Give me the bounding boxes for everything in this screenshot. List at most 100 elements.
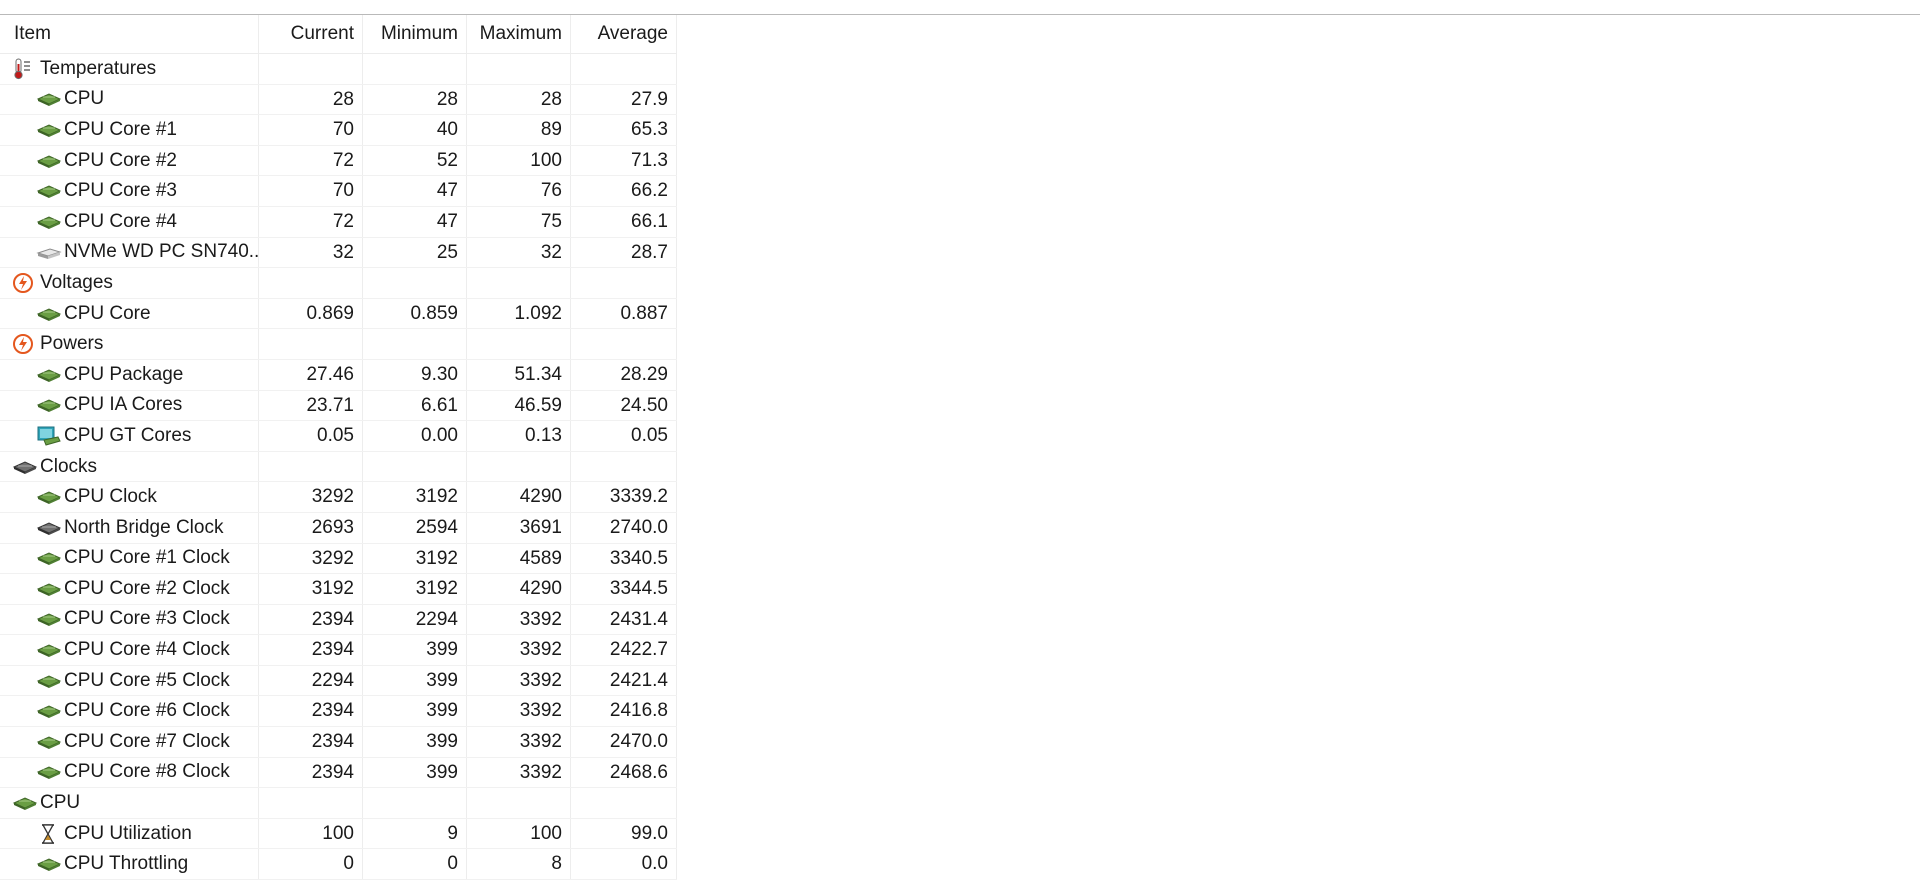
maximum-value: 4589 bbox=[467, 543, 571, 574]
current-value: 32 bbox=[259, 237, 363, 268]
sensor-row-cpu-core-8-clock[interactable]: CPU Core #8 Clock 2394 399 3392 2468.6 bbox=[0, 757, 677, 789]
sensor-row-cpu-core-6-clock[interactable]: CPU Core #6 Clock 2394 399 3392 2416.8 bbox=[0, 696, 677, 728]
minimum-value: 47 bbox=[363, 206, 467, 237]
sensor-row-cpu-core-1-clock[interactable]: CPU Core #1 Clock 3292 3192 4589 3340.5 bbox=[0, 543, 677, 575]
item-label: CPU Core bbox=[64, 302, 151, 324]
chip-icon bbox=[36, 761, 62, 783]
sensor-row-cpu-core-4[interactable]: CPU Core #4 72 47 75 66.1 bbox=[0, 206, 677, 238]
maximum-value: 3392 bbox=[467, 727, 571, 757]
category-row-cpu[interactable]: CPU bbox=[0, 788, 677, 819]
item-label: CPU Utilization bbox=[64, 822, 192, 844]
current-value: 28 bbox=[259, 84, 363, 115]
category-row-powers[interactable]: Powers bbox=[0, 329, 677, 360]
chip-icon bbox=[36, 394, 62, 416]
item-cell: CPU Core #6 Clock bbox=[0, 696, 259, 727]
average-value: 3344.5 bbox=[571, 574, 677, 604]
minimum-value: 0.00 bbox=[363, 421, 467, 451]
minimum-value: 399 bbox=[363, 696, 467, 727]
minimum-value: 9.30 bbox=[363, 359, 467, 390]
average-value: 71.3 bbox=[571, 145, 677, 176]
item-label: CPU Core #3 bbox=[64, 180, 177, 202]
sensor-row-cpu[interactable]: CPU 28 28 28 27.9 bbox=[0, 84, 677, 116]
item-cell: Clocks bbox=[0, 451, 259, 482]
chip-icon bbox=[36, 211, 62, 233]
column-header-item[interactable]: Item bbox=[0, 15, 259, 53]
sensor-row-cpu-package[interactable]: CPU Package 27.46 9.30 51.34 28.29 bbox=[0, 359, 677, 391]
minimum-value: 0.859 bbox=[363, 298, 467, 329]
column-header-maximum[interactable]: Maximum bbox=[467, 15, 571, 53]
gpu-icon bbox=[36, 425, 62, 447]
item-cell: CPU Core #4 bbox=[0, 206, 259, 237]
column-header-average[interactable]: Average bbox=[571, 15, 677, 53]
sensor-row-cpu-core[interactable]: CPU Core 0.869 0.859 1.092 0.887 bbox=[0, 298, 677, 330]
item-label: CPU GT Cores bbox=[64, 424, 192, 446]
current-value bbox=[259, 54, 363, 84]
minimum-value: 9 bbox=[363, 818, 467, 849]
current-value bbox=[259, 451, 363, 482]
sensor-row-cpu-core-3-clock[interactable]: CPU Core #3 Clock 2394 2294 3392 2431.4 bbox=[0, 604, 677, 636]
minimum-value bbox=[363, 54, 467, 84]
column-header-current[interactable]: Current bbox=[259, 15, 363, 53]
item-label: Voltages bbox=[40, 271, 113, 293]
item-cell: CPU Clock bbox=[0, 482, 259, 512]
maximum-value: 89 bbox=[467, 115, 571, 145]
average-value: 28.7 bbox=[571, 237, 677, 268]
sensor-row-cpu-core-1[interactable]: CPU Core #1 70 40 89 65.3 bbox=[0, 115, 677, 146]
category-row-temperatures[interactable]: Temperatures bbox=[0, 54, 677, 85]
maximum-value: 100 bbox=[467, 818, 571, 849]
minimum-value: 399 bbox=[363, 757, 467, 788]
current-value: 2394 bbox=[259, 757, 363, 788]
sensor-row-cpu-core-7-clock[interactable]: CPU Core #7 Clock 2394 399 3392 2470.0 bbox=[0, 727, 677, 758]
chip-icon bbox=[36, 639, 62, 661]
item-label: CPU Package bbox=[64, 363, 184, 385]
item-label: CPU Core #4 bbox=[64, 210, 177, 232]
average-value: 65.3 bbox=[571, 115, 677, 145]
chip-icon bbox=[36, 670, 62, 692]
category-row-clocks[interactable]: Clocks bbox=[0, 451, 677, 483]
minimum-value: 2294 bbox=[363, 604, 467, 635]
item-label: CPU Core #6 Clock bbox=[64, 700, 230, 722]
item-label: CPU Throttling bbox=[64, 853, 189, 875]
sensor-row-cpu-ia-cores[interactable]: CPU IA Cores 23.71 6.61 46.59 24.50 bbox=[0, 390, 677, 422]
minimum-value: 28 bbox=[363, 84, 467, 115]
item-label: CPU Core #1 bbox=[64, 118, 177, 140]
chip-icon bbox=[36, 578, 62, 600]
sensor-row-cpu-gt-cores[interactable]: CPU GT Cores 0.05 0.00 0.13 0.05 bbox=[0, 421, 677, 452]
sensor-row-nvme-wd-pc-sn740[interactable]: NVMe WD PC SN740... 32 25 32 28.7 bbox=[0, 237, 677, 269]
average-value: 2421.4 bbox=[571, 665, 677, 696]
item-cell: CPU Core #2 bbox=[0, 145, 259, 176]
maximum-value bbox=[467, 268, 571, 298]
current-value: 23.71 bbox=[259, 390, 363, 421]
maximum-value: 46.59 bbox=[467, 390, 571, 421]
average-value: 99.0 bbox=[571, 818, 677, 849]
sensor-row-cpu-core-2[interactable]: CPU Core #2 72 52 100 71.3 bbox=[0, 145, 677, 177]
sensor-row-cpu-core-5-clock[interactable]: CPU Core #5 Clock 2294 399 3392 2421.4 bbox=[0, 665, 677, 697]
item-cell: Voltages bbox=[0, 268, 259, 298]
column-header-minimum[interactable]: Minimum bbox=[363, 15, 467, 53]
maximum-value: 0.13 bbox=[467, 421, 571, 451]
thermometer-icon bbox=[12, 58, 38, 80]
current-value bbox=[259, 329, 363, 359]
sensor-row-cpu-clock[interactable]: CPU Clock 3292 3192 4290 3339.2 bbox=[0, 482, 677, 513]
sensor-row-north-bridge-clock[interactable]: North Bridge Clock 2693 2594 3691 2740.0 bbox=[0, 512, 677, 544]
maximum-value: 32 bbox=[467, 237, 571, 268]
sensor-row-cpu-core-3[interactable]: CPU Core #3 70 47 76 66.2 bbox=[0, 176, 677, 207]
window-top-edge bbox=[0, 0, 1920, 15]
sensor-row-cpu-throttling[interactable]: CPU Throttling 0 0 8 0.0 bbox=[0, 849, 677, 881]
current-value: 72 bbox=[259, 206, 363, 237]
minimum-value: 0 bbox=[363, 849, 467, 880]
current-value: 2394 bbox=[259, 635, 363, 665]
category-row-voltages[interactable]: Voltages bbox=[0, 268, 677, 299]
average-value: 3340.5 bbox=[571, 543, 677, 574]
average-value: 2422.7 bbox=[571, 635, 677, 665]
maximum-value: 75 bbox=[467, 206, 571, 237]
average-value: 66.1 bbox=[571, 206, 677, 237]
maximum-value: 100 bbox=[467, 145, 571, 176]
sensor-row-cpu-core-4-clock[interactable]: CPU Core #4 Clock 2394 399 3392 2422.7 bbox=[0, 635, 677, 666]
sensor-row-cpu-core-2-clock[interactable]: CPU Core #2 Clock 3192 3192 4290 3344.5 bbox=[0, 574, 677, 605]
sensor-row-cpu-utilization[interactable]: CPU Utilization 100 9 100 99.0 bbox=[0, 818, 677, 850]
minimum-value: 3192 bbox=[363, 482, 467, 512]
maximum-value: 51.34 bbox=[467, 359, 571, 390]
item-cell: Powers bbox=[0, 329, 259, 359]
item-cell: CPU Core bbox=[0, 298, 259, 329]
